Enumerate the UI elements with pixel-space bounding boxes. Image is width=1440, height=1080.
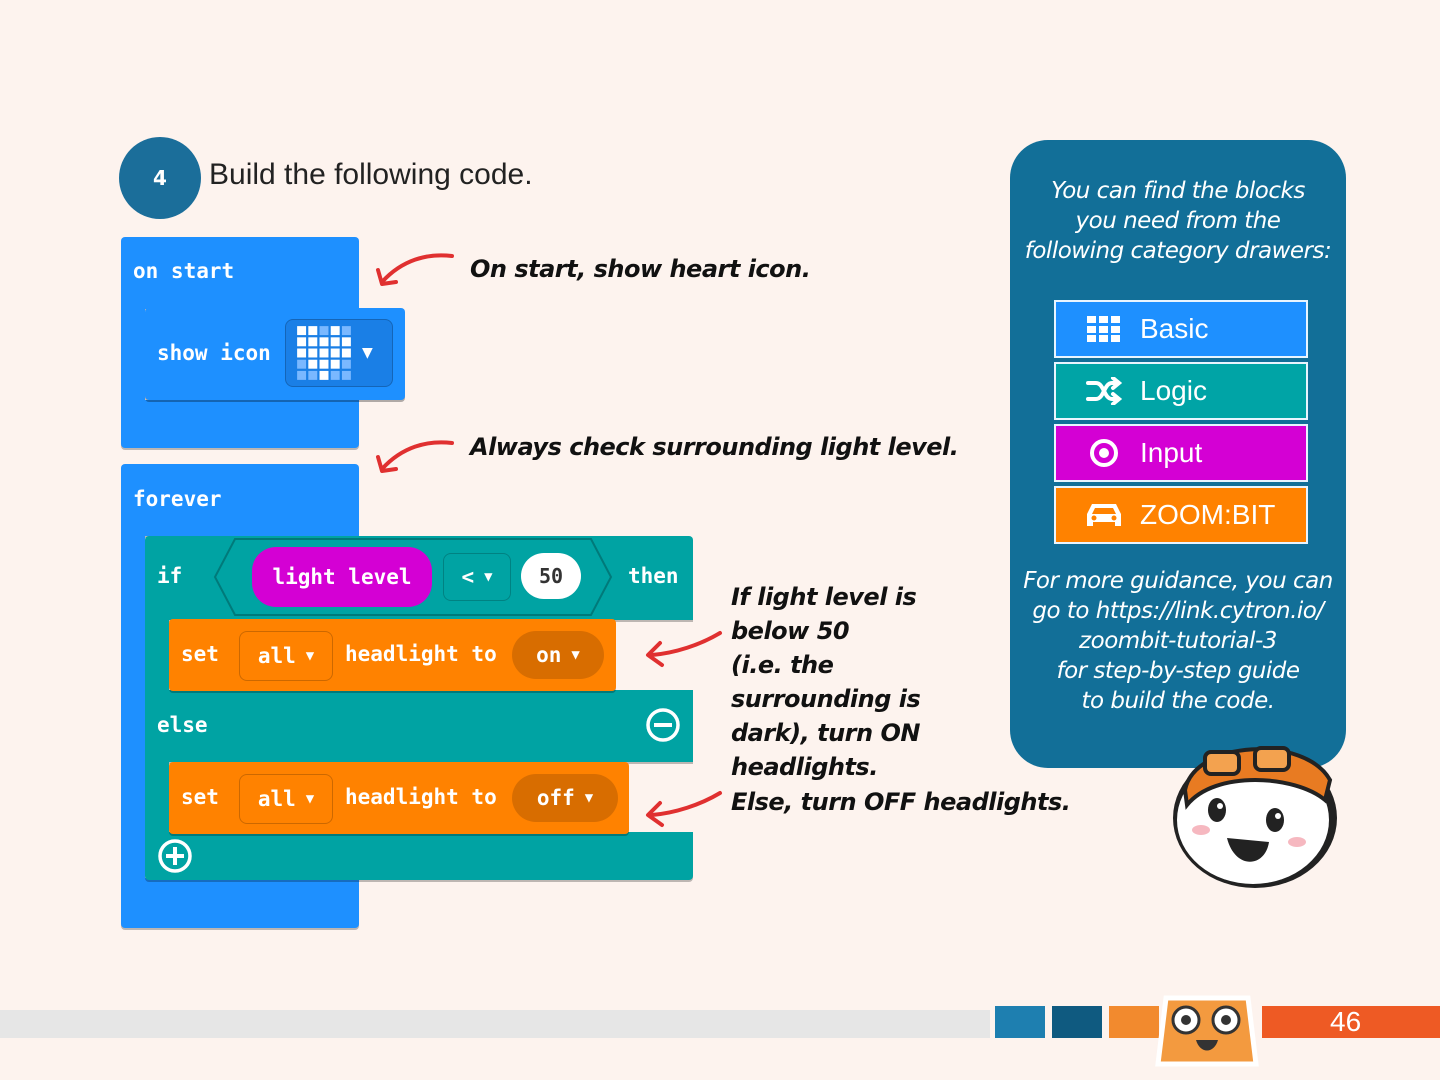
category-label: ZOOM:BIT — [1140, 499, 1276, 530]
page-number: 46 — [1330, 1006, 1362, 1037]
on-start-label: on start — [133, 259, 235, 283]
panel-intro-line: you need from the — [1075, 208, 1281, 234]
icon-dropdown[interactable]: ▼ — [285, 319, 393, 387]
headlight-to-label: headlight to — [345, 785, 497, 809]
if-label: if — [157, 564, 183, 588]
footer-square-blue — [995, 1006, 1045, 1038]
if-block-side-2 — [145, 758, 169, 838]
note-if-line: If light level is below 50 — [731, 583, 917, 645]
arrow-if-icon — [646, 631, 722, 667]
panel-guide-line: to build the code. — [1081, 688, 1275, 714]
note-else: Else, turn OFF headlights. — [731, 788, 1071, 816]
state-off-dropdown[interactable]: off ▼ — [512, 774, 618, 822]
chevron-down-icon: ▼ — [362, 345, 373, 361]
threshold-value: 50 — [538, 564, 564, 588]
heart-icon — [297, 326, 351, 380]
light-level-label: light level — [272, 565, 412, 589]
arrow-forever-icon — [376, 440, 454, 473]
step-title: Build the following code. — [209, 158, 533, 191]
forever-label: forever — [133, 487, 222, 511]
plus-circle-icon[interactable] — [156, 837, 194, 875]
footer-bar — [0, 1010, 990, 1038]
on-start-block-body — [121, 300, 145, 400]
if-block-foot — [145, 832, 693, 880]
panel-intro-line: You can find the blocks — [1051, 178, 1305, 204]
category-basic[interactable]: Basic — [1054, 300, 1308, 358]
note-if: If light level is below 50 (i.e. the sur… — [731, 580, 1001, 784]
note-if-line: (i.e. the surrounding is — [731, 651, 921, 713]
target-label: all — [257, 644, 296, 668]
target-icon — [1084, 438, 1124, 468]
set-label: set — [181, 642, 219, 666]
grid-icon — [1084, 316, 1124, 342]
operator-label: < — [461, 565, 475, 589]
panel-guide-line: go to https://link.cytron.io/ — [1032, 598, 1324, 624]
headlight-target-dropdown[interactable]: all ▼ — [239, 631, 333, 681]
category-zoombit[interactable]: ZOOM:BIT — [1054, 486, 1308, 544]
panel-guide: For more guidance, you can go to https:/… — [1010, 566, 1346, 716]
panel-intro: You can find the blocks you need from th… — [1010, 176, 1346, 266]
step-number-badge: 4 — [119, 137, 201, 219]
note-forever: Always check surrounding light level. — [470, 433, 959, 461]
chevron-down-icon: ▼ — [305, 791, 315, 807]
car-icon — [1084, 500, 1124, 530]
mascot-illustration — [1173, 746, 1337, 888]
category-label: Input — [1140, 437, 1203, 468]
set-label: set — [181, 785, 219, 809]
else-label: else — [157, 713, 208, 737]
state-on-dropdown[interactable]: on ▼ — [512, 631, 604, 679]
note-if-line: headlights. — [731, 753, 878, 781]
threshold-input[interactable]: 50 — [521, 553, 581, 599]
light-level-block[interactable]: light level — [252, 547, 432, 607]
forever-block-body — [121, 530, 145, 890]
if-block-side-1 — [145, 615, 169, 695]
operator-dropdown[interactable]: < ▼ — [443, 553, 511, 601]
footer-square-navy — [1052, 1006, 1102, 1038]
robot-logo — [1155, 995, 1259, 1067]
note-on-start: On start, show heart icon. — [470, 255, 811, 283]
chevron-down-icon: ▼ — [484, 569, 493, 585]
category-input[interactable]: Input — [1054, 424, 1308, 482]
shuffle-icon — [1084, 377, 1124, 405]
category-label: Logic — [1140, 375, 1207, 406]
chevron-down-icon: ▼ — [584, 790, 594, 806]
else-row — [145, 690, 693, 762]
category-label: Basic — [1140, 313, 1209, 344]
panel-guide-line: zoombit-tutorial-3 — [1079, 628, 1277, 654]
then-label: then — [628, 564, 679, 588]
category-logic[interactable]: Logic — [1054, 362, 1308, 420]
arrow-else-icon — [646, 791, 722, 827]
panel-guide-line: For more guidance, you can — [1023, 568, 1333, 594]
panel-guide-line: for step-by-step guide — [1056, 658, 1300, 684]
on-start-block-foot — [121, 400, 359, 448]
minus-circle-icon[interactable] — [645, 707, 681, 743]
forever-block-foot — [121, 878, 359, 928]
headlight-to-label: headlight to — [345, 642, 497, 666]
arrow-on-start-icon — [376, 253, 454, 286]
chevron-down-icon: ▼ — [305, 648, 315, 664]
show-icon-label: show icon — [157, 341, 271, 365]
chevron-down-icon: ▼ — [571, 647, 580, 663]
panel-intro-line: following category drawers: — [1024, 238, 1332, 264]
headlight-target-dropdown[interactable]: all ▼ — [239, 774, 333, 824]
note-if-line: dark), turn ON — [731, 719, 920, 747]
target-label: all — [257, 787, 296, 811]
state-label: off — [536, 786, 575, 810]
state-label: on — [536, 643, 562, 667]
